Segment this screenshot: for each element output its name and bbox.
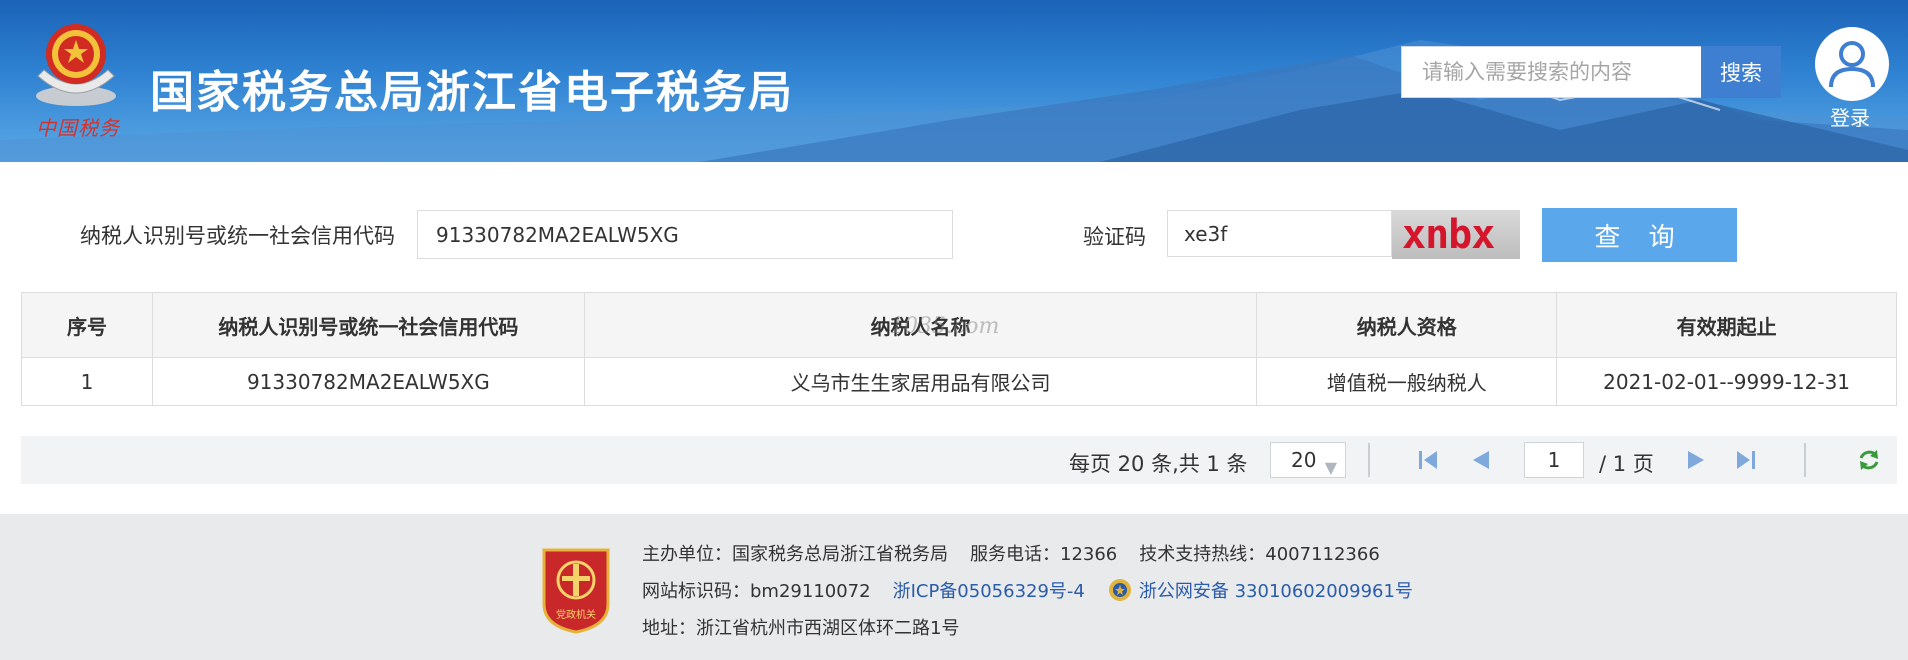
last-page-icon[interactable]	[1732, 446, 1760, 474]
host-label: 主办单位：	[642, 544, 732, 565]
search-button[interactable]: 搜索	[1701, 46, 1781, 98]
site-code: 网站标识码：bm29110072	[642, 581, 871, 602]
divider	[1368, 443, 1370, 477]
table-row: 1 91330782MA2EALW5XG 义乌市生生家居用品有限公司 增值税一般…	[21, 357, 1897, 406]
footer-address: 地址：浙江省杭州市西湖区体环二路1号	[642, 618, 960, 639]
column-header-taxpayer-id: 纳税人识别号或统一社会信用代码	[151, 292, 585, 358]
page-number-input[interactable]	[1524, 442, 1584, 478]
total-pages: / 1 页	[1599, 452, 1654, 476]
refresh-icon[interactable]	[1855, 446, 1883, 474]
taxpayer-id-label: 纳税人识别号或统一社会信用代码	[80, 224, 395, 248]
column-header-validity: 有效期起止	[1556, 292, 1897, 358]
icp-link[interactable]: 浙ICP备05056329号-4	[893, 581, 1085, 602]
brand-script-logo: 中国税务	[36, 116, 120, 140]
column-header-qualification: 纳税人资格	[1256, 292, 1558, 358]
service-phone: 服务电话：12366	[970, 544, 1118, 565]
chevron-down-icon: ▼	[1324, 458, 1337, 477]
badge-text: 党政机关	[556, 608, 596, 621]
page-size-value: 20	[1291, 448, 1317, 472]
captcha-image[interactable]: xnbx	[1392, 210, 1520, 259]
watermark: 1035.com	[890, 314, 1000, 339]
taxpayer-id-input[interactable]	[417, 210, 953, 259]
cell-validity: 2021-02-01--9999-12-31	[1556, 357, 1897, 406]
host-value: 国家税务总局浙江省税务局	[732, 544, 948, 565]
cell-taxpayer-id: 91330782MA2EALW5XG	[151, 357, 585, 406]
pagination-bar: 每页 20 条,共 1 条 20 ▼ / 1 页	[21, 436, 1897, 484]
site-header: 中国税务 国家税务总局浙江省电子税务局 搜索 登录	[0, 0, 1908, 162]
cell-qualification: 增值税一般纳税人	[1256, 357, 1558, 406]
police-record-link[interactable]: 浙公网安备 33010602009961号	[1139, 581, 1413, 602]
first-page-icon[interactable]	[1414, 446, 1442, 474]
query-button[interactable]: 查 询	[1542, 208, 1737, 262]
tech-hotline: 技术支持热线：4007112366	[1139, 544, 1380, 565]
footer-line-records: 网站标识码：bm29110072 浙ICP备05056329号-4 浙公网安备 3…	[642, 577, 1413, 603]
captcha-text: xnbx	[1402, 212, 1495, 258]
results-table: 序号 纳税人识别号或统一社会信用代码 纳税人名称 纳税人资格 有效期起止 1 9…	[21, 292, 1897, 406]
footer-line-host: 主办单位：国家税务总局浙江省税务局 服务电话：12366 技术支持热线：400711…	[642, 540, 1380, 566]
divider	[1804, 443, 1806, 477]
cell-index: 1	[21, 357, 153, 406]
column-header-index: 序号	[21, 292, 153, 358]
page-size-select[interactable]: 20 ▼	[1270, 442, 1346, 478]
user-icon	[1829, 41, 1875, 88]
search-input[interactable]	[1401, 46, 1701, 98]
captcha-input[interactable]	[1167, 210, 1392, 257]
police-badge-icon	[1108, 579, 1131, 601]
party-government-badge-icon[interactable]: 党政机关	[540, 546, 612, 634]
next-page-icon[interactable]	[1682, 446, 1710, 474]
cell-taxpayer-name: 义乌市生生家居用品有限公司	[583, 357, 1258, 406]
login-link[interactable]: 登录	[1830, 102, 1870, 131]
login-avatar[interactable]	[1815, 27, 1889, 101]
site-footer: 党政机关 主办单位：国家税务总局浙江省税务局 服务电话：12366 技术支持热线：4…	[0, 514, 1908, 660]
page-summary: 每页 20 条,共 1 条	[1069, 452, 1248, 476]
tax-emblem-icon	[36, 24, 116, 106]
prev-page-icon[interactable]	[1467, 446, 1495, 474]
site-title: 国家税务总局浙江省电子税务局	[150, 67, 794, 118]
captcha-label: 验证码	[1083, 225, 1146, 249]
